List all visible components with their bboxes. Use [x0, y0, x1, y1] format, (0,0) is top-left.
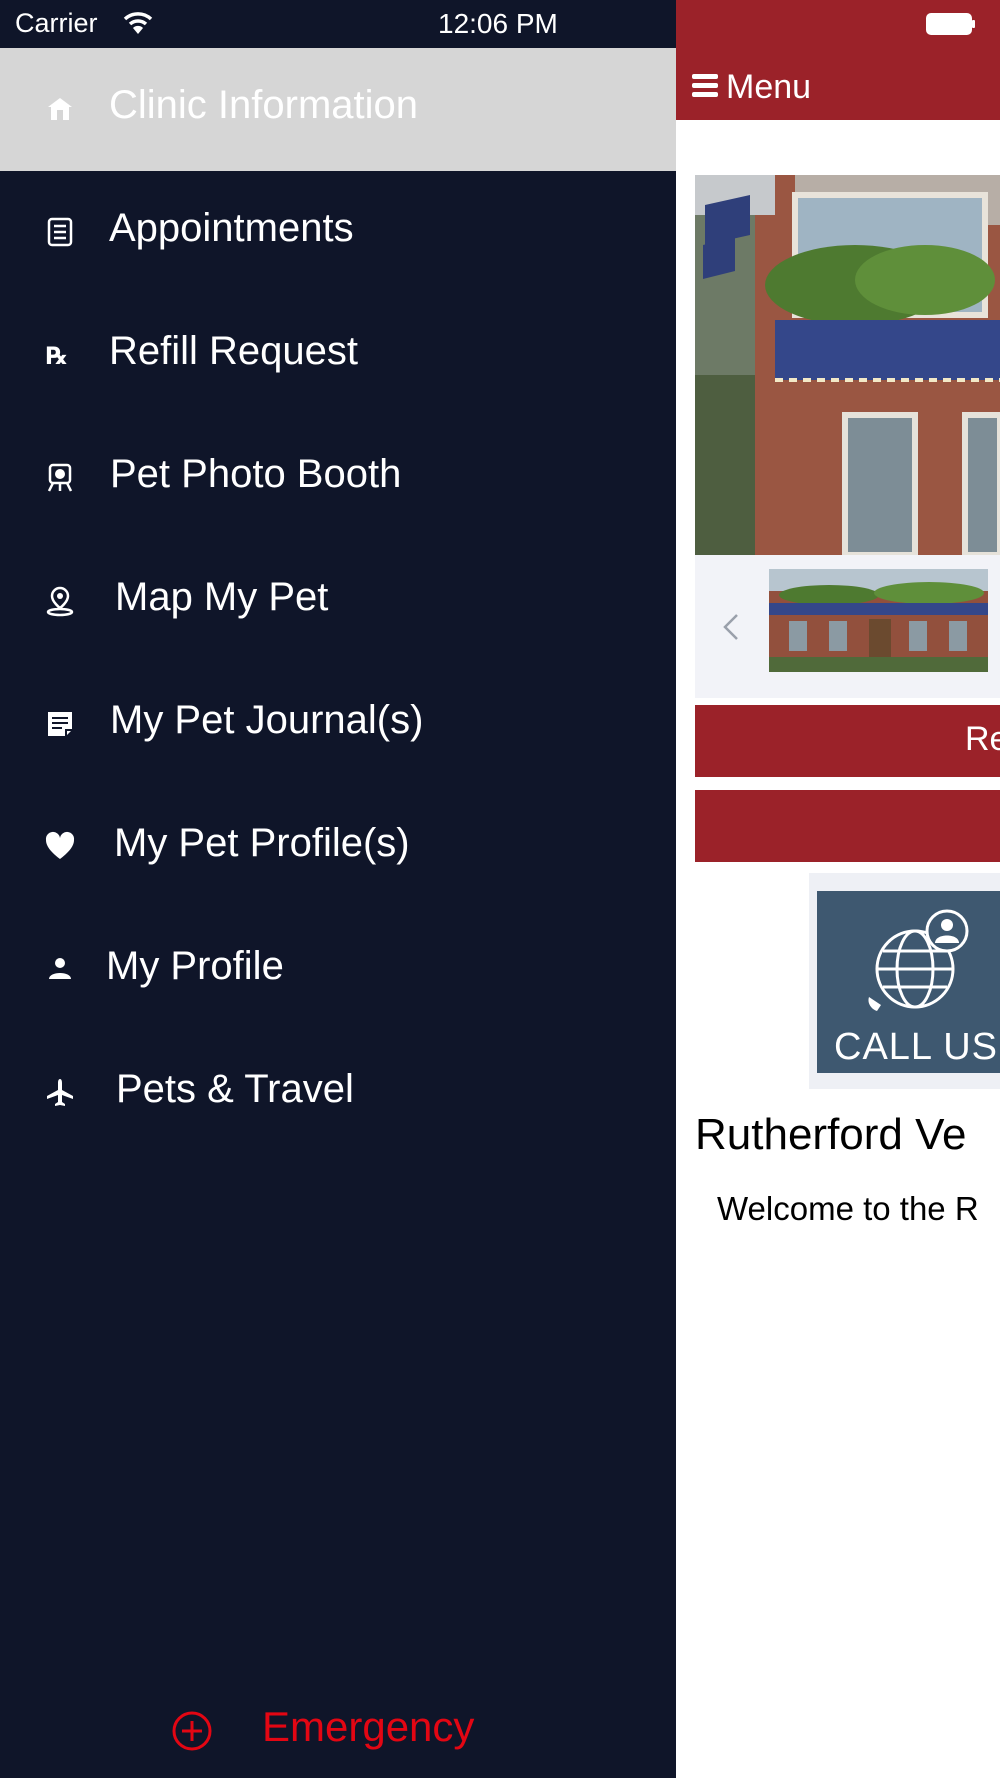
carrier-name: Carrier: [15, 8, 98, 38]
action-button-1[interactable]: Re: [695, 705, 1000, 777]
menu-item-label: Pets & Travel: [116, 1067, 354, 1111]
status-time: 12:06 PM: [438, 8, 558, 39]
main-content: Menu Re CALL US Rutherford Ve Welcome to…: [676, 0, 1000, 1778]
menu-item-label: Refill Request: [109, 329, 359, 373]
battery-icon: [926, 13, 975, 35]
menu-item-my-profile[interactable]: My Profile: [0, 909, 676, 1032]
app-header: Menu: [676, 0, 1000, 120]
menu-item-label: Appointments: [109, 206, 354, 250]
menu-item-label: My Pet Journal(s): [110, 698, 424, 742]
emergency-button[interactable]: Emergency: [170, 1700, 510, 1760]
clinic-building-photo: [695, 175, 1000, 555]
menu-item-pet-photo-booth[interactable]: Pet Photo Booth: [0, 417, 676, 540]
menu-item-my-pet-profiles[interactable]: My Pet Profile(s): [0, 786, 676, 909]
menu-item-map-my-pet[interactable]: Map My Pet: [0, 540, 676, 663]
action-button-label: Re: [965, 720, 1000, 758]
rx-icon: ℞: [46, 342, 68, 370]
globe-phone-icon: [868, 909, 969, 1011]
welcome-text: Welcome to the R: [717, 1190, 979, 1227]
call-us-card[interactable]: CALL US: [809, 873, 1000, 1089]
menu-item-label: Map My Pet: [115, 575, 329, 619]
hamburger-menu-icon[interactable]: [692, 72, 718, 98]
clinic-name-heading: Rutherford Ve: [695, 1110, 967, 1159]
status-bar: Carrier 12:06 PM: [0, 0, 676, 48]
menu-button-label[interactable]: Menu: [726, 68, 811, 107]
house-icon: [48, 98, 72, 120]
list-icon: [47, 217, 73, 247]
plus-circle-icon: [172, 1711, 212, 1751]
menu-item-appointments[interactable]: Appointments: [0, 171, 676, 294]
menu-item-label: Clinic Information: [109, 83, 419, 127]
call-us-label: CALL US: [834, 1026, 998, 1068]
image-thumbnail-strip: [695, 555, 1000, 698]
svg-text:℞: ℞: [46, 342, 68, 370]
menu-item-label: My Profile: [106, 944, 284, 988]
menu-item-label: Pet Photo Booth: [110, 452, 402, 496]
menu-item-clinic-information[interactable]: Clinic Information: [0, 48, 676, 171]
menu-item-pets-and-travel[interactable]: Pets & Travel: [0, 1032, 676, 1155]
heart-icon: [45, 831, 75, 859]
person-icon: [49, 958, 71, 979]
menu-item-my-pet-journals[interactable]: My Pet Journal(s): [0, 663, 676, 786]
chevron-left-icon[interactable]: [695, 555, 769, 698]
action-button-2[interactable]: [695, 790, 1000, 862]
journal-icon: [48, 712, 72, 736]
navigation-drawer: Carrier 12:06 PM Clinic Information Appo…: [0, 0, 676, 1778]
clinic-photo-thumbnail[interactable]: [769, 569, 988, 672]
map-pin-icon: [46, 586, 74, 617]
menu-item-label: My Pet Profile(s): [114, 821, 410, 865]
camera-icon: [47, 463, 73, 492]
emergency-label: Emergency: [262, 1703, 475, 1750]
airplane-icon: [47, 1079, 73, 1106]
wifi-icon: [123, 12, 153, 34]
menu-item-refill-request[interactable]: ℞ Refill Request: [0, 294, 676, 417]
call-us-banner: CALL US: [817, 891, 1000, 1073]
